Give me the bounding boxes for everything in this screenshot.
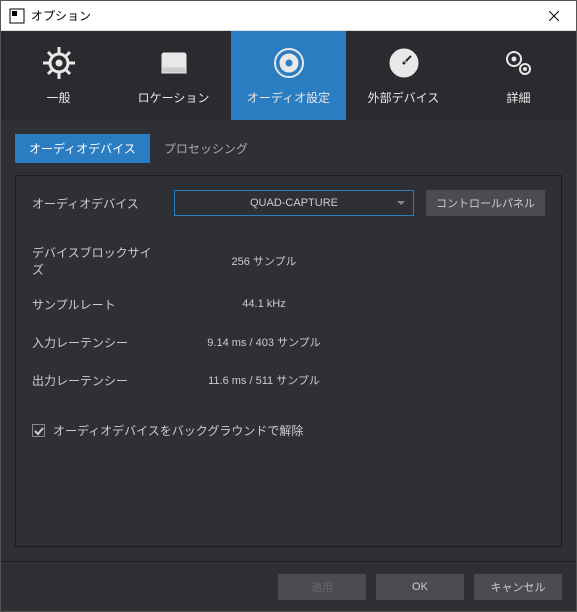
- options-window: オプション 一般 ロケーション オーディオ設定: [0, 0, 577, 612]
- block-size-value: 256 サンプル: [174, 249, 354, 273]
- release-bg-checkbox[interactable]: [32, 424, 45, 437]
- speaker-icon: [271, 45, 307, 81]
- content-area: オーディオデバイス プロセッシング オーディオデバイス QUAD-CAPTURE…: [1, 120, 576, 561]
- tab-location[interactable]: ロケーション: [116, 31, 231, 120]
- toolbar: 一般 ロケーション オーディオ設定 外部デバイス 詳細: [1, 31, 576, 120]
- tab-audio[interactable]: オーディオ設定: [231, 31, 346, 120]
- toolbar-label: 外部デバイス: [368, 89, 440, 106]
- apply-button[interactable]: 適用: [278, 574, 366, 600]
- gauge-icon: [386, 45, 422, 81]
- toolbar-label: 詳細: [506, 89, 530, 106]
- input-latency-value: 9.14 ms / 403 サンプル: [174, 330, 354, 354]
- input-latency-label: 入力レーテンシー: [32, 334, 162, 351]
- tab-general[interactable]: 一般: [1, 31, 116, 120]
- release-bg-row: オーディオデバイスをバックグラウンドで解除: [32, 422, 545, 439]
- drive-icon: [156, 45, 192, 81]
- ok-button[interactable]: OK: [376, 574, 464, 600]
- window-title: オプション: [31, 7, 91, 24]
- toolbar-label: 一般: [46, 89, 70, 106]
- tab-external[interactable]: 外部デバイス: [346, 31, 461, 120]
- tab-advanced[interactable]: 詳細: [461, 31, 576, 120]
- output-latency-label: 出力レーテンシー: [32, 372, 162, 389]
- subtab-processing[interactable]: プロセッシング: [150, 134, 262, 163]
- release-bg-label: オーディオデバイスをバックグラウンドで解除: [53, 422, 303, 439]
- audio-device-select[interactable]: QUAD-CAPTURE: [174, 190, 414, 216]
- cancel-button[interactable]: キャンセル: [474, 574, 562, 600]
- audio-device-label: オーディオデバイス: [32, 195, 162, 212]
- settings-panel: オーディオデバイス QUAD-CAPTURE コントロールパネル デバイスブロッ…: [15, 175, 562, 547]
- chevron-down-icon: [397, 197, 405, 209]
- subtabs: オーディオデバイス プロセッシング: [15, 134, 562, 163]
- subtab-audio-device[interactable]: オーディオデバイス: [15, 134, 150, 163]
- toolbar-label: オーディオ設定: [247, 89, 330, 106]
- toolbar-label: ロケーション: [138, 89, 210, 106]
- gears-icon: [501, 45, 537, 81]
- gear-icon: [41, 45, 77, 81]
- control-panel-button[interactable]: コントロールパネル: [426, 190, 545, 216]
- close-button[interactable]: [531, 1, 576, 31]
- audio-device-value: QUAD-CAPTURE: [250, 197, 338, 209]
- output-latency-value: 11.6 ms / 511 サンプル: [174, 368, 354, 392]
- sample-rate-value: 44.1 kHz: [174, 292, 354, 316]
- app-icon: [9, 8, 25, 24]
- sample-rate-label: サンプルレート: [32, 296, 162, 313]
- footer: 適用 OK キャンセル: [1, 561, 576, 611]
- titlebar: オプション: [1, 1, 576, 31]
- block-size-label: デバイスブロックサイズ: [32, 244, 162, 278]
